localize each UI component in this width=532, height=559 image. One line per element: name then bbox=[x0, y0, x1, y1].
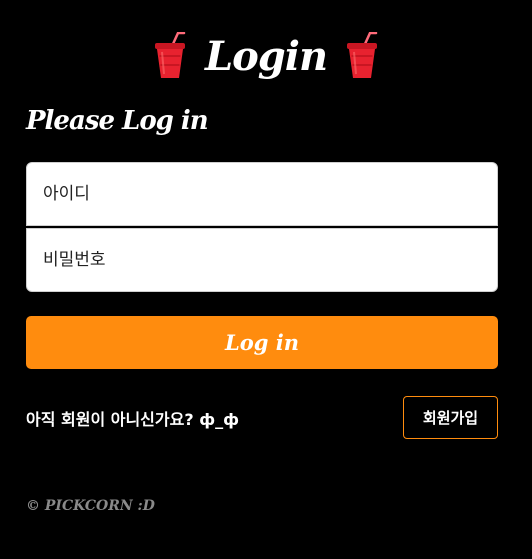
password-field[interactable] bbox=[26, 228, 498, 292]
page-title: Login bbox=[204, 32, 328, 80]
login-button[interactable]: Log in bbox=[26, 316, 498, 369]
id-input[interactable] bbox=[41, 183, 497, 205]
cup-with-straw-icon bbox=[347, 32, 378, 78]
id-field[interactable] bbox=[26, 162, 498, 226]
cup-with-straw-icon bbox=[154, 32, 186, 78]
signup-button[interactable]: 회원가입 bbox=[403, 396, 498, 439]
password-input[interactable] bbox=[41, 249, 497, 271]
title-row: Login bbox=[0, 26, 532, 86]
footer-copyright: © PICKCORN :D bbox=[26, 498, 155, 514]
form-heading: Please Log in bbox=[26, 106, 209, 136]
signup-prompt: 아직 회원이 아니신가요? ф_ф bbox=[26, 410, 239, 429]
